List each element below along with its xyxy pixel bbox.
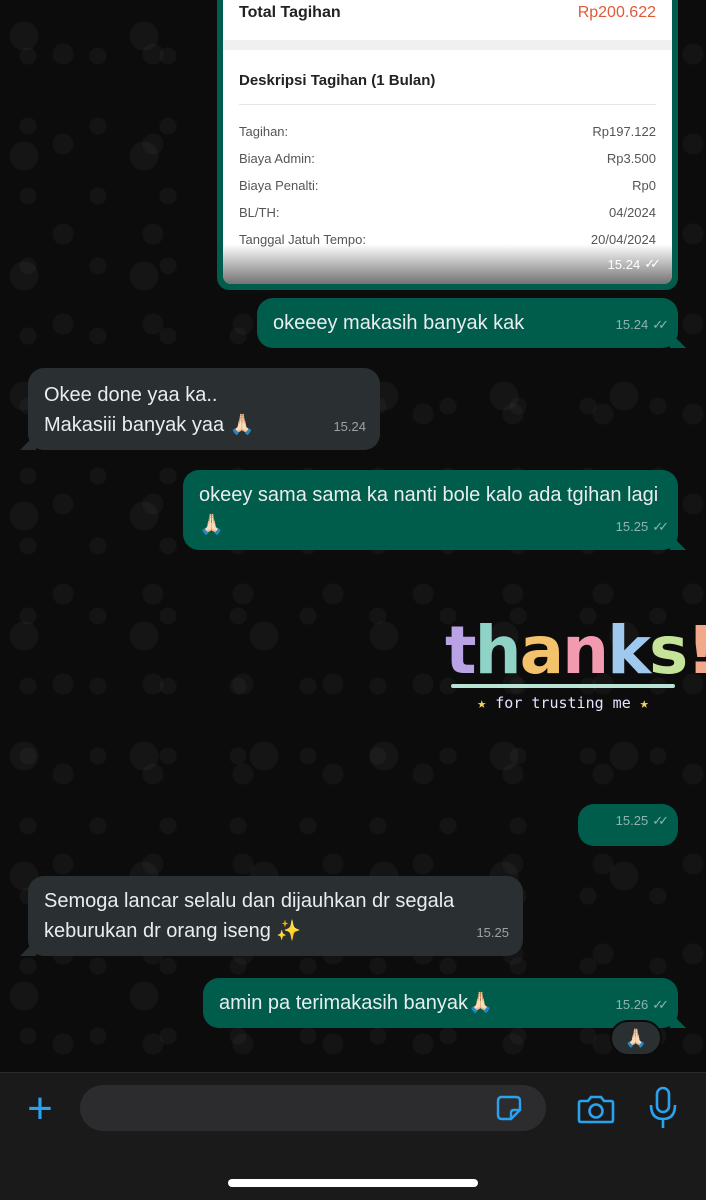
message-text: Okee done yaa ka.. Makasiii banyak yaa 🙏… bbox=[44, 384, 255, 436]
double-check-icon: ✓✓ bbox=[652, 519, 669, 534]
sticker-subtitle: ★ for trusting me ★ bbox=[445, 694, 681, 712]
microphone-icon[interactable] bbox=[646, 1085, 680, 1131]
image-fade bbox=[223, 244, 672, 284]
reaction-emoji: 🙏🏻 bbox=[624, 1028, 648, 1048]
total-row: Total Tagihan Rp200.622 bbox=[239, 4, 656, 22]
bill-image: Total Tagihan Rp200.622 Deskripsi Tagiha… bbox=[223, 0, 672, 284]
message-time: 15.24 ✓✓ bbox=[615, 310, 669, 340]
sticker-title: thanks! bbox=[445, 612, 706, 689]
reaction-badge[interactable]: 🙏🏻 bbox=[610, 1020, 662, 1056]
incoming-message[interactable]: Okee done yaa ka.. Makasiii banyak yaa 🙏… bbox=[28, 368, 380, 450]
incoming-message[interactable]: Semoga lancar selalu dan dijauhkan dr se… bbox=[28, 876, 523, 956]
bill-item: Biaya Penalti: Rp0 bbox=[239, 178, 656, 205]
message-text: Semoga lancar selalu dan dijauhkan dr se… bbox=[44, 890, 455, 942]
message-input[interactable] bbox=[80, 1085, 546, 1131]
sticker-icon[interactable] bbox=[494, 1093, 524, 1123]
bill-item-label: Tagihan: bbox=[239, 124, 289, 139]
bill-item-value: Rp3.500 bbox=[606, 151, 656, 166]
sticker-subtitle-text: for trusting me bbox=[495, 694, 631, 712]
message-time: 15.26 ✓✓ bbox=[615, 990, 669, 1020]
time-text: 15.26 bbox=[615, 997, 649, 1012]
double-check-icon: ✓✓ bbox=[644, 256, 661, 271]
double-check-icon: ✓✓ bbox=[652, 813, 669, 828]
time-text: 15.24 bbox=[607, 256, 641, 272]
message-time: 15.25 bbox=[476, 918, 509, 948]
message-text: amin pa terimakasih banyak🙏🏻 bbox=[219, 992, 493, 1014]
bill-item-value: Rp0 bbox=[632, 178, 656, 193]
bill-item-label: Biaya Penalti: bbox=[239, 178, 319, 193]
bill-items: Tagihan: Rp197.122 Biaya Admin: Rp3.500 Bi… bbox=[239, 124, 656, 259]
composer-bar: + bbox=[0, 1072, 706, 1200]
message-text: okeeey makasih banyak kak bbox=[273, 312, 525, 334]
bill-item: BL/TH: 04/2024 bbox=[239, 205, 656, 232]
chat-area: Total Tagihan Rp200.622 Deskripsi Tagiha… bbox=[0, 0, 706, 1072]
star-icon: ★ bbox=[477, 694, 487, 712]
bill-item-label: BL/TH: bbox=[239, 205, 280, 220]
divider bbox=[239, 104, 656, 105]
message-time: 15.25 ✓✓ bbox=[615, 512, 669, 542]
attach-plus-icon[interactable]: + bbox=[18, 1083, 62, 1135]
time-text: 15.25 bbox=[615, 519, 649, 534]
double-check-icon: ✓✓ bbox=[652, 997, 669, 1012]
bill-item: Biaya Admin: Rp3.500 bbox=[239, 151, 656, 178]
image-message-bill[interactable]: Total Tagihan Rp200.622 Deskripsi Tagiha… bbox=[217, 0, 678, 290]
sticker-time-badge: 15.25 ✓✓ bbox=[578, 804, 678, 846]
bill-item-label: Biaya Admin: bbox=[239, 151, 315, 166]
time-text: 15.24 bbox=[333, 419, 366, 434]
time-text: 15.25 bbox=[476, 925, 509, 940]
bill-item-value: Rp197.122 bbox=[592, 124, 656, 139]
outgoing-message[interactable]: okeeey makasih banyak kak 15.24 ✓✓ bbox=[257, 298, 678, 348]
total-value: Rp200.622 bbox=[577, 4, 656, 21]
outgoing-message[interactable]: okeey sama sama ka nanti bole kalo ada t… bbox=[183, 470, 678, 550]
outgoing-message[interactable]: amin pa terimakasih banyak🙏🏻 15.26 ✓✓ bbox=[203, 978, 678, 1028]
time-text: 15.24 bbox=[615, 317, 649, 332]
message-time: 15.24 ✓✓ bbox=[607, 256, 661, 272]
double-check-icon: ✓✓ bbox=[652, 317, 669, 332]
thanks-sticker[interactable]: thanks! ★ for trusting me ★ bbox=[445, 612, 706, 732]
divider bbox=[223, 40, 672, 50]
bill-item-value: 04/2024 bbox=[609, 205, 656, 220]
bill-item: Tagihan: Rp197.122 bbox=[239, 124, 656, 151]
home-indicator bbox=[228, 1179, 478, 1187]
message-text: okeey sama sama ka nanti bole kalo ada t… bbox=[199, 484, 659, 536]
total-label: Total Tagihan bbox=[239, 4, 341, 21]
message-time: 15.24 bbox=[333, 412, 366, 442]
star-icon: ★ bbox=[639, 694, 649, 712]
description-title: Deskripsi Tagihan (1 Bulan) bbox=[239, 72, 436, 89]
time-text: 15.25 bbox=[615, 813, 649, 828]
camera-icon[interactable] bbox=[576, 1089, 616, 1129]
message-time: 15.25 ✓✓ bbox=[615, 806, 669, 836]
